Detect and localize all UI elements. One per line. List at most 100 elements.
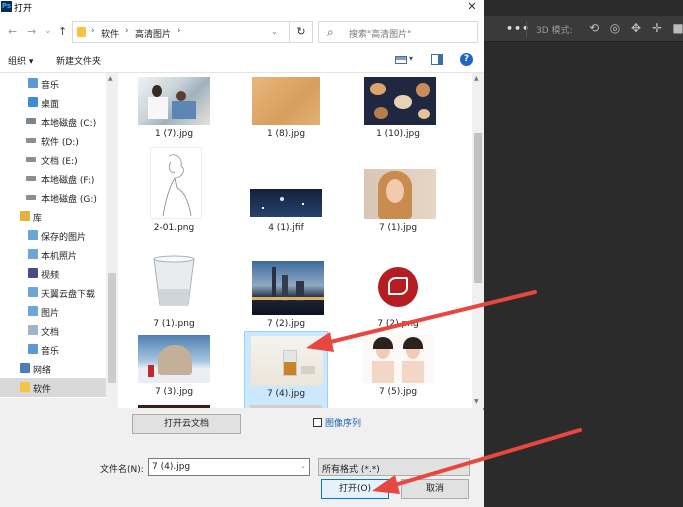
refresh-button[interactable]: ↻: [289, 21, 313, 43]
divider: [526, 21, 527, 37]
sidebar-item-drive-g[interactable]: 本地磁盘 (G:): [0, 188, 106, 207]
sidebar-item-drive-e[interactable]: 文档 (E:): [0, 150, 106, 169]
sidebar-item-drive-c[interactable]: 本地磁盘 (C:): [0, 112, 106, 131]
sidebar-item-label: 保存的图片: [41, 233, 87, 243]
folder-icon: [77, 27, 86, 37]
sidebar-item-label: 文档 (E:): [41, 157, 78, 167]
forward-arrow-icon[interactable]: →: [27, 25, 36, 38]
filename-value: 7 (4).jpg: [152, 462, 191, 472]
scroll-up-icon[interactable]: ▲: [108, 75, 113, 82]
sidebar-scrollbar[interactable]: ▲ ▼: [106, 73, 118, 408]
music-icon: [28, 344, 38, 354]
file-name: 7 (2).jpg: [266, 319, 306, 329]
file-item[interactable]: 7 (2).png: [356, 241, 440, 329]
sidebar-horizontal-scrollbar[interactable]: [0, 398, 118, 410]
pictures-icon: [28, 230, 38, 240]
video-icon: [28, 268, 38, 278]
sidebar-item-music[interactable]: 音乐: [0, 74, 106, 93]
breadcrumb-item[interactable]: 高清图片: [135, 27, 171, 40]
file-item[interactable]: 4 (1).jfif: [244, 145, 328, 233]
photoshop-logo-icon: Ps: [1, 1, 12, 12]
sidebar-item-desktop[interactable]: 桌面: [0, 93, 106, 112]
orbit-icon[interactable]: ⟲: [588, 21, 600, 35]
chevron-down-icon[interactable]: ⌄: [271, 27, 278, 36]
pictures-icon: [28, 249, 38, 259]
scrollbar-thumb[interactable]: [108, 273, 116, 383]
open-button[interactable]: 打开(O): [321, 479, 389, 499]
sidebar-item-label: 文档: [41, 328, 60, 338]
file-thumbnail: [364, 169, 436, 219]
open-file-dialog: Ps 打开 ✕ ← → ⌄ ↑ › 软件 › 高清图片 › ⌄ ↻ ⌕ 搜索"高…: [0, 0, 484, 507]
sidebar-item-label: 天翼云盘下载: [41, 290, 96, 300]
sidebar-item-label: 音乐: [41, 347, 60, 357]
preview-pane-icon[interactable]: [431, 54, 443, 65]
photoshop-workspace: ••• 3D 模式: ⟲ ◎ ✥ ✛ ■: [484, 0, 683, 507]
filename-field[interactable]: 7 (4).jpg ⌄: [148, 458, 310, 476]
up-arrow-icon[interactable]: ↑: [58, 25, 67, 38]
file-thumbnail: [138, 335, 210, 383]
sidebar-item-saved-pictures[interactable]: 保存的图片: [0, 226, 106, 245]
pan-icon[interactable]: ✥: [630, 21, 642, 35]
file-item[interactable]: 7 (1).jpg: [356, 145, 440, 233]
sidebar-item-label: 本地磁盘 (G:): [41, 195, 97, 205]
sidebar-item-cloud-downloads[interactable]: 天翼云盘下载: [0, 283, 106, 302]
sidebar-item-drive-f[interactable]: 本地磁盘 (F:): [0, 169, 106, 188]
sidebar-item-videos[interactable]: 视频: [0, 264, 106, 283]
sidebar-item-documents[interactable]: 文档: [0, 321, 106, 340]
sidebar-item-software[interactable]: 软件: [0, 378, 106, 397]
sidebar-item-label: 本地磁盘 (C:): [41, 119, 97, 129]
file-item[interactable]: 7 (3).jpg: [132, 335, 216, 408]
file-item[interactable]: 7 (1).png: [132, 241, 216, 329]
sidebar-item-music-library[interactable]: 音乐: [0, 340, 106, 359]
chevron-down-icon[interactable]: ▾: [409, 54, 413, 63]
file-name: 7 (5).jpg: [378, 387, 418, 397]
scroll-down-icon[interactable]: ▼: [474, 398, 479, 405]
camera-icon[interactable]: ■: [672, 21, 683, 35]
change-view-icon[interactable]: [395, 56, 407, 64]
file-type-select[interactable]: 所有格式 (*.*): [318, 458, 470, 476]
recent-locations-icon[interactable]: ⌄: [44, 26, 52, 36]
roll-icon[interactable]: ◎: [609, 21, 621, 35]
image-sequence-checkbox[interactable]: [313, 418, 322, 427]
sidebar-item-label: 音乐: [41, 81, 60, 91]
filename-label: 文件名(N):: [100, 465, 144, 475]
drive-icon: [26, 176, 36, 181]
sidebar-item-label: 图片: [41, 309, 60, 319]
sidebar-item-drive-d[interactable]: 软件 (D:): [0, 131, 106, 150]
address-bar[interactable]: › 软件 › 高清图片 › ⌄: [72, 21, 312, 43]
file-item[interactable]: 2-01.png: [132, 145, 216, 233]
documents-icon: [28, 325, 38, 335]
sidebar-item-camera-roll[interactable]: 本机照片: [0, 245, 106, 264]
slide-icon[interactable]: ✛: [651, 21, 663, 35]
search-input[interactable]: ⌕ 搜索"高清图片": [318, 21, 478, 43]
new-folder-button[interactable]: 新建文件夹: [56, 54, 101, 67]
help-icon[interactable]: ?: [460, 53, 473, 66]
file-name: 7 (3).jpg: [154, 387, 194, 397]
file-thumbnail: [138, 245, 210, 315]
cancel-button[interactable]: 取消: [401, 479, 469, 499]
sidebar-item-pictures[interactable]: 图片: [0, 302, 106, 321]
sidebar-item-libraries[interactable]: 库: [0, 207, 106, 226]
sidebar-item-network[interactable]: 网络: [0, 359, 106, 378]
scroll-up-icon[interactable]: ▲: [474, 75, 479, 82]
close-icon[interactable]: ✕: [462, 0, 482, 14]
organize-menu[interactable]: 组织 ▾: [8, 54, 33, 67]
scrollbar-thumb[interactable]: [474, 133, 482, 283]
drive-icon: [26, 138, 36, 143]
file-name: 1 (7).jpg: [154, 129, 194, 139]
file-item-selected[interactable]: 7 (4).jpg: [244, 331, 328, 408]
drive-icon: [26, 118, 36, 124]
back-arrow-icon[interactable]: ←: [8, 25, 17, 38]
file-thumbnail: [150, 147, 202, 219]
file-item[interactable]: 7 (2).jpg: [244, 241, 328, 329]
file-item[interactable]: 7 (5).jpg: [356, 335, 440, 408]
file-name: 1 (8).jpg: [266, 129, 306, 139]
search-placeholder: 搜索"高清图片": [349, 30, 412, 40]
3d-mode-label: 3D 模式:: [536, 26, 573, 36]
command-bar: 组织 ▾ 新建文件夹 ▾ ?: [0, 48, 484, 73]
open-cloud-docs-button[interactable]: 打开云文档: [132, 414, 241, 434]
file-list-scrollbar[interactable]: ▲ ▼: [472, 73, 484, 408]
network-icon: [20, 363, 30, 373]
chevron-down-icon[interactable]: ⌄: [300, 462, 306, 470]
breadcrumb-item[interactable]: 软件: [101, 27, 119, 40]
